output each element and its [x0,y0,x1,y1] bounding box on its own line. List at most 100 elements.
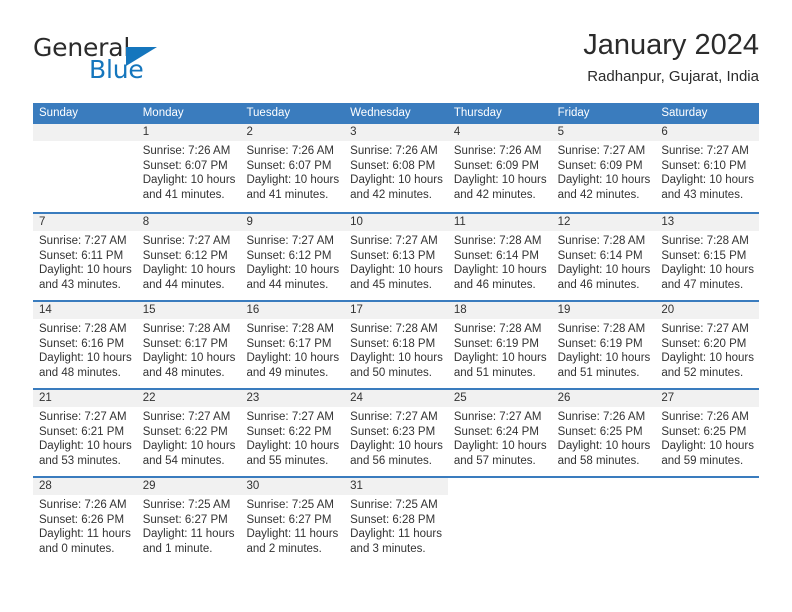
weekday-header-monday: Monday [142,107,184,119]
day-details [448,495,552,498]
day-cell-21[interactable]: 21 Sunrise: 7:27 AM Sunset: 6:21 PM Dayligh… [33,390,137,476]
day-detail-line: Daylight: 10 hours [453,264,547,277]
calendar-week-row: 28 Sunrise: 7:26 AM Sunset: 6:26 PM Dayligh… [33,476,760,564]
day-details: Sunrise: 7:27 AM Sunset: 6:10 PM Daylight:… [655,141,759,202]
day-detail-line: Sunrise: 7:27 AM [557,145,646,157]
day-cell-17[interactable]: 17 Sunrise: 7:28 AM Sunset: 6:18 PM Dayligh… [344,302,448,388]
day-detail-line: Daylight: 10 hours [39,440,132,453]
day-detail-line: and 41 minutes. [246,188,329,201]
day-detail-line: Sunset: 6:14 PM [453,249,539,262]
weekday-header-row: Sunday Monday Tuesday Wednesday Thursday Frid… [33,103,759,124]
day-detail-line: and 51 minutes. [557,366,640,379]
day-detail-line: Daylight: 10 hours [557,352,651,365]
calendar-week-row: 21 Sunrise: 7:27 AM Sunset: 6:21 PM Dayligh… [33,388,760,476]
day-detail-line: Daylight: 10 hours [350,264,443,277]
day-detail-line: Daylight: 10 hours [246,264,340,277]
calendar-page: General Blue January 2024 Radhanpur, Guj… [0,0,792,612]
day-detail-line: Sunrise: 7:28 AM [661,235,749,247]
day-detail-line: Daylight: 10 hours [142,352,236,365]
day-detail-line: Sunrise: 7:27 AM [39,411,127,423]
page-title: January 2024 [583,29,759,61]
day-number: 5 [551,124,656,141]
day-number: 13 [655,214,760,231]
day-detail-line: Sunrise: 7:27 AM [39,235,127,247]
day-number: 9 [240,214,345,231]
day-cell-27[interactable]: 27 Sunrise: 7:26 AM Sunset: 6:25 PM Dayligh… [655,390,760,476]
day-detail-line: Sunrise: 7:26 AM [142,145,231,157]
day-cell-3[interactable]: 3 Sunrise: 7:26 AM Sunset: 6:08 PM Daylight… [344,124,448,212]
day-number: 6 [655,124,760,141]
day-detail-line: Daylight: 10 hours [661,440,755,453]
day-cell-8[interactable]: 8 Sunrise: 7:27 AM Sunset: 6:12 PM Daylight… [136,214,241,300]
day-detail-line: and 44 minutes. [246,278,329,291]
day-detail-line: Sunrise: 7:28 AM [142,323,231,335]
day-detail-line: Daylight: 10 hours [661,352,755,365]
brand-name-blue: Blue [89,55,144,84]
calendar-week-row: 1 Sunrise: 7:26 AM Sunset: 6:07 PM Daylight… [33,124,760,212]
day-detail-line: Sunrise: 7:26 AM [246,145,335,157]
day-cell-30[interactable]: 30 Sunrise: 7:25 AM Sunset: 6:27 PM Dayligh… [240,478,345,564]
day-detail-line: Sunset: 6:07 PM [142,159,228,172]
day-detail-line: and 3 minutes. [350,542,426,555]
day-cell-24[interactable]: 24 Sunrise: 7:27 AM Sunset: 6:23 PM Dayligh… [344,390,448,476]
day-cell-9[interactable]: 9 Sunrise: 7:27 AM Sunset: 6:12 PM Daylight… [240,214,345,300]
day-number: 14 [33,302,137,319]
day-number [447,478,552,495]
day-detail-line: Sunrise: 7:25 AM [350,499,438,511]
day-detail-line: Sunset: 6:09 PM [453,159,539,172]
day-detail-line: Sunset: 6:22 PM [246,425,332,438]
day-cell-2[interactable]: 2 Sunrise: 7:26 AM Sunset: 6:07 PM Daylight… [240,124,345,212]
day-cell-26[interactable]: 26 Sunrise: 7:26 AM Sunset: 6:25 PM Dayligh… [551,390,656,476]
day-cell-15[interactable]: 15 Sunrise: 7:28 AM Sunset: 6:17 PM Dayligh… [136,302,241,388]
day-cell-14[interactable]: 14 Sunrise: 7:28 AM Sunset: 6:16 PM Dayligh… [33,302,137,388]
day-detail-line: Daylight: 10 hours [142,264,236,277]
day-details: Sunrise: 7:28 AM Sunset: 6:19 PM Daylight:… [552,319,656,380]
day-cell-11[interactable]: 11 Sunrise: 7:28 AM Sunset: 6:14 PM Dayligh… [447,214,552,300]
day-detail-line: Daylight: 10 hours [350,174,443,187]
day-detail-line: Sunset: 6:23 PM [350,425,436,438]
day-details: Sunrise: 7:28 AM Sunset: 6:14 PM Daylight:… [552,231,656,292]
day-cell-16[interactable]: 16 Sunrise: 7:28 AM Sunset: 6:17 PM Dayligh… [240,302,345,388]
day-detail-line: Sunset: 6:07 PM [246,159,332,172]
day-cell-1[interactable]: 1 Sunrise: 7:26 AM Sunset: 6:07 PM Daylight… [136,124,241,212]
day-details: Sunrise: 7:26 AM Sunset: 6:26 PM Daylight:… [33,495,137,556]
day-detail-line: Sunrise: 7:27 AM [246,411,335,423]
day-cell-13[interactable]: 13 Sunrise: 7:28 AM Sunset: 6:15 PM Dayligh… [655,214,760,300]
day-cell-29[interactable]: 29 Sunrise: 7:25 AM Sunset: 6:27 PM Dayligh… [136,478,241,564]
title-block: January 2024 Radhanpur, Gujarat, India [583,28,759,86]
day-detail-line: and 57 minutes. [453,454,536,467]
day-number: 16 [240,302,345,319]
day-detail-line: Sunset: 6:27 PM [246,513,332,526]
day-cell-18[interactable]: 18 Sunrise: 7:28 AM Sunset: 6:19 PM Dayligh… [447,302,552,388]
day-cell-6[interactable]: 6 Sunrise: 7:27 AM Sunset: 6:10 PM Daylight… [655,124,760,212]
day-cell-20[interactable]: 20 Sunrise: 7:27 AM Sunset: 6:20 PM Dayligh… [655,302,760,388]
day-detail-line: and 50 minutes. [350,366,432,379]
day-cell-7[interactable]: 7 Sunrise: 7:27 AM Sunset: 6:11 PM Daylight… [33,214,137,300]
day-detail-line: Sunrise: 7:28 AM [557,235,646,247]
day-detail-line: Sunset: 6:24 PM [453,425,539,438]
day-details: Sunrise: 7:27 AM Sunset: 6:13 PM Daylight:… [344,231,448,292]
day-details: Sunrise: 7:27 AM Sunset: 6:09 PM Daylight:… [552,141,656,202]
page-subtitle: Radhanpur, Gujarat, India [587,68,759,85]
day-cell-25[interactable]: 25 Sunrise: 7:27 AM Sunset: 6:24 PM Dayligh… [447,390,552,476]
brand-logo[interactable]: General Blue [33,34,253,88]
day-cell-23[interactable]: 23 Sunrise: 7:27 AM Sunset: 6:22 PM Dayligh… [240,390,345,476]
day-number: 20 [655,302,760,319]
day-cell-5[interactable]: 5 Sunrise: 7:27 AM Sunset: 6:09 PM Daylight… [551,124,656,212]
day-number: 11 [447,214,552,231]
day-details: Sunrise: 7:28 AM Sunset: 6:16 PM Daylight:… [33,319,137,380]
day-details: Sunrise: 7:26 AM Sunset: 6:07 PM Daylight:… [137,141,241,202]
day-cell-12[interactable]: 12 Sunrise: 7:28 AM Sunset: 6:14 PM Dayligh… [551,214,656,300]
day-cell-22[interactable]: 22 Sunrise: 7:27 AM Sunset: 6:22 PM Dayligh… [136,390,241,476]
day-detail-line: and 43 minutes. [661,188,744,201]
day-details: Sunrise: 7:28 AM Sunset: 6:17 PM Daylight:… [240,319,344,380]
day-cell-10[interactable]: 10 Sunrise: 7:27 AM Sunset: 6:13 PM Dayligh… [344,214,448,300]
day-cell-4[interactable]: 4 Sunrise: 7:26 AM Sunset: 6:09 PM Daylight… [447,124,552,212]
day-cell-28[interactable]: 28 Sunrise: 7:26 AM Sunset: 6:26 PM Dayligh… [33,478,137,564]
day-detail-line: Sunset: 6:25 PM [557,425,643,438]
day-cell-31[interactable]: 31 Sunrise: 7:25 AM Sunset: 6:28 PM Dayligh… [344,478,448,564]
day-detail-line: Sunset: 6:15 PM [661,249,747,262]
day-detail-line: Sunrise: 7:26 AM [453,145,542,157]
day-detail-line: Sunrise: 7:25 AM [246,499,335,511]
day-cell-19[interactable]: 19 Sunrise: 7:28 AM Sunset: 6:19 PM Dayligh… [551,302,656,388]
